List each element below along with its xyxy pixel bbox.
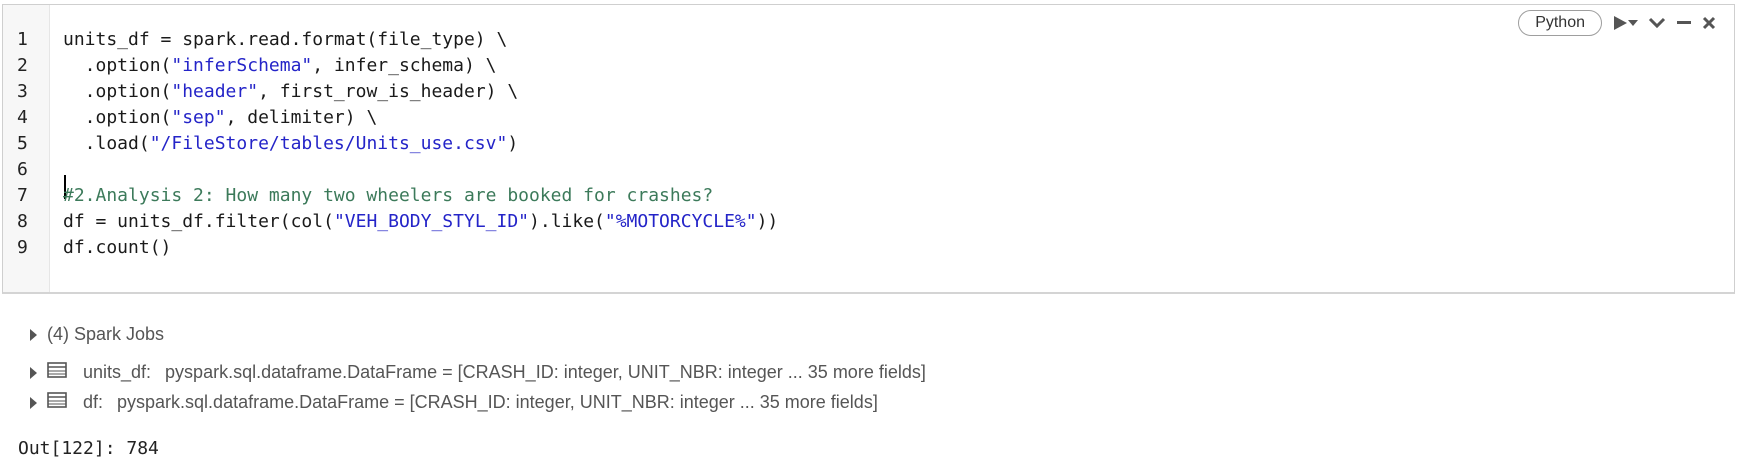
line-number-gutter: 1 2 3 4 5 6 7 8 9	[3, 5, 50, 292]
expand-triangle-icon	[30, 328, 37, 341]
minimize-icon[interactable]	[1676, 12, 1692, 34]
code-text: )	[507, 133, 519, 154]
line-number: 3	[17, 81, 28, 102]
code-string: "%MOTORCYCLE%"	[604, 211, 757, 232]
collapse-icon[interactable]	[1648, 12, 1666, 34]
line-number: 4	[17, 107, 28, 128]
code-text: , first_row_is_header) \	[258, 81, 519, 102]
code-text: df = units_df.filter(col(	[63, 211, 334, 232]
code-text: ).like(	[529, 211, 605, 232]
code-cell[interactable]: 1 2 3 4 5 6 7 8 9 units_df = spark.read.…	[2, 4, 1735, 294]
code-text: units_df = spark.read.format(file_type) …	[63, 29, 508, 50]
expand-triangle-icon	[30, 396, 37, 409]
table-icon	[47, 392, 67, 413]
code-text: .option(	[63, 55, 172, 76]
line-number: 6	[17, 159, 28, 180]
code-string: "VEH_BODY_STYL_ID"	[333, 211, 530, 232]
dataframe-name: df:	[83, 392, 104, 412]
line-number: 2	[17, 55, 28, 76]
spark-jobs-label: (4) Spark Jobs	[47, 324, 165, 344]
code-text: ))	[756, 211, 779, 232]
line-number: 5	[17, 133, 28, 154]
code-line-2[interactable]: .option("inferSchema", infer_schema) \	[63, 55, 497, 76]
language-button[interactable]: Python	[1518, 10, 1602, 36]
code-line-4[interactable]: .option("sep", delimiter) \	[63, 107, 378, 128]
cell-toolbar: Python	[1518, 10, 1716, 36]
code-line-9[interactable]: df.count()	[63, 237, 171, 258]
table-icon	[47, 362, 67, 383]
line-number: 9	[17, 237, 28, 258]
dataframe-schema-row[interactable]: units_df: pyspark.sql.dataframe.DataFram…	[30, 362, 926, 383]
code-text: , infer_schema) \	[312, 55, 497, 76]
code-string: "/FileStore/tables/Units_use.csv"	[149, 133, 508, 154]
dataframe-schema-row[interactable]: df: pyspark.sql.dataframe.DataFrame = [C…	[30, 392, 878, 413]
code-line-3[interactable]: .option("header", first_row_is_header) \	[63, 81, 519, 102]
code-text: df.count()	[63, 237, 172, 258]
code-text: , delimiter) \	[225, 107, 378, 128]
dataframe-type: pyspark.sql.dataframe.DataFrame = [CRASH…	[165, 362, 926, 382]
code-line-7[interactable]: #2.Analysis 2: How many two wheelers are…	[63, 185, 713, 206]
code-line-5[interactable]: .load("/FileStore/tables/Units_use.csv")	[63, 133, 519, 154]
line-number: 7	[17, 185, 28, 206]
code-line-8[interactable]: df = units_df.filter(col("VEH_BODY_STYL_…	[63, 211, 778, 232]
code-comment: #2.Analysis 2: How many two wheelers are…	[63, 185, 714, 206]
code-string: "sep"	[171, 107, 226, 128]
code-text: .option(	[63, 81, 172, 102]
code-line-1[interactable]: units_df = spark.read.format(file_type) …	[63, 29, 507, 50]
spark-jobs-toggle[interactable]: (4) Spark Jobs	[30, 324, 164, 345]
code-string: "inferSchema"	[171, 55, 313, 76]
code-string: "header"	[171, 81, 259, 102]
close-icon[interactable]	[1702, 12, 1716, 34]
line-number: 1	[17, 29, 28, 50]
dataframe-type: pyspark.sql.dataframe.DataFrame = [CRASH…	[117, 392, 878, 412]
dropdown-icon[interactable]	[1628, 12, 1638, 34]
expand-triangle-icon	[30, 366, 37, 379]
code-text: .option(	[63, 107, 172, 128]
run-icon[interactable]	[1612, 12, 1628, 34]
dataframe-name: units_df:	[83, 362, 152, 382]
code-text: .load(	[63, 133, 150, 154]
execution-result: Out[122]: 784	[18, 438, 159, 459]
line-number: 8	[17, 211, 28, 232]
